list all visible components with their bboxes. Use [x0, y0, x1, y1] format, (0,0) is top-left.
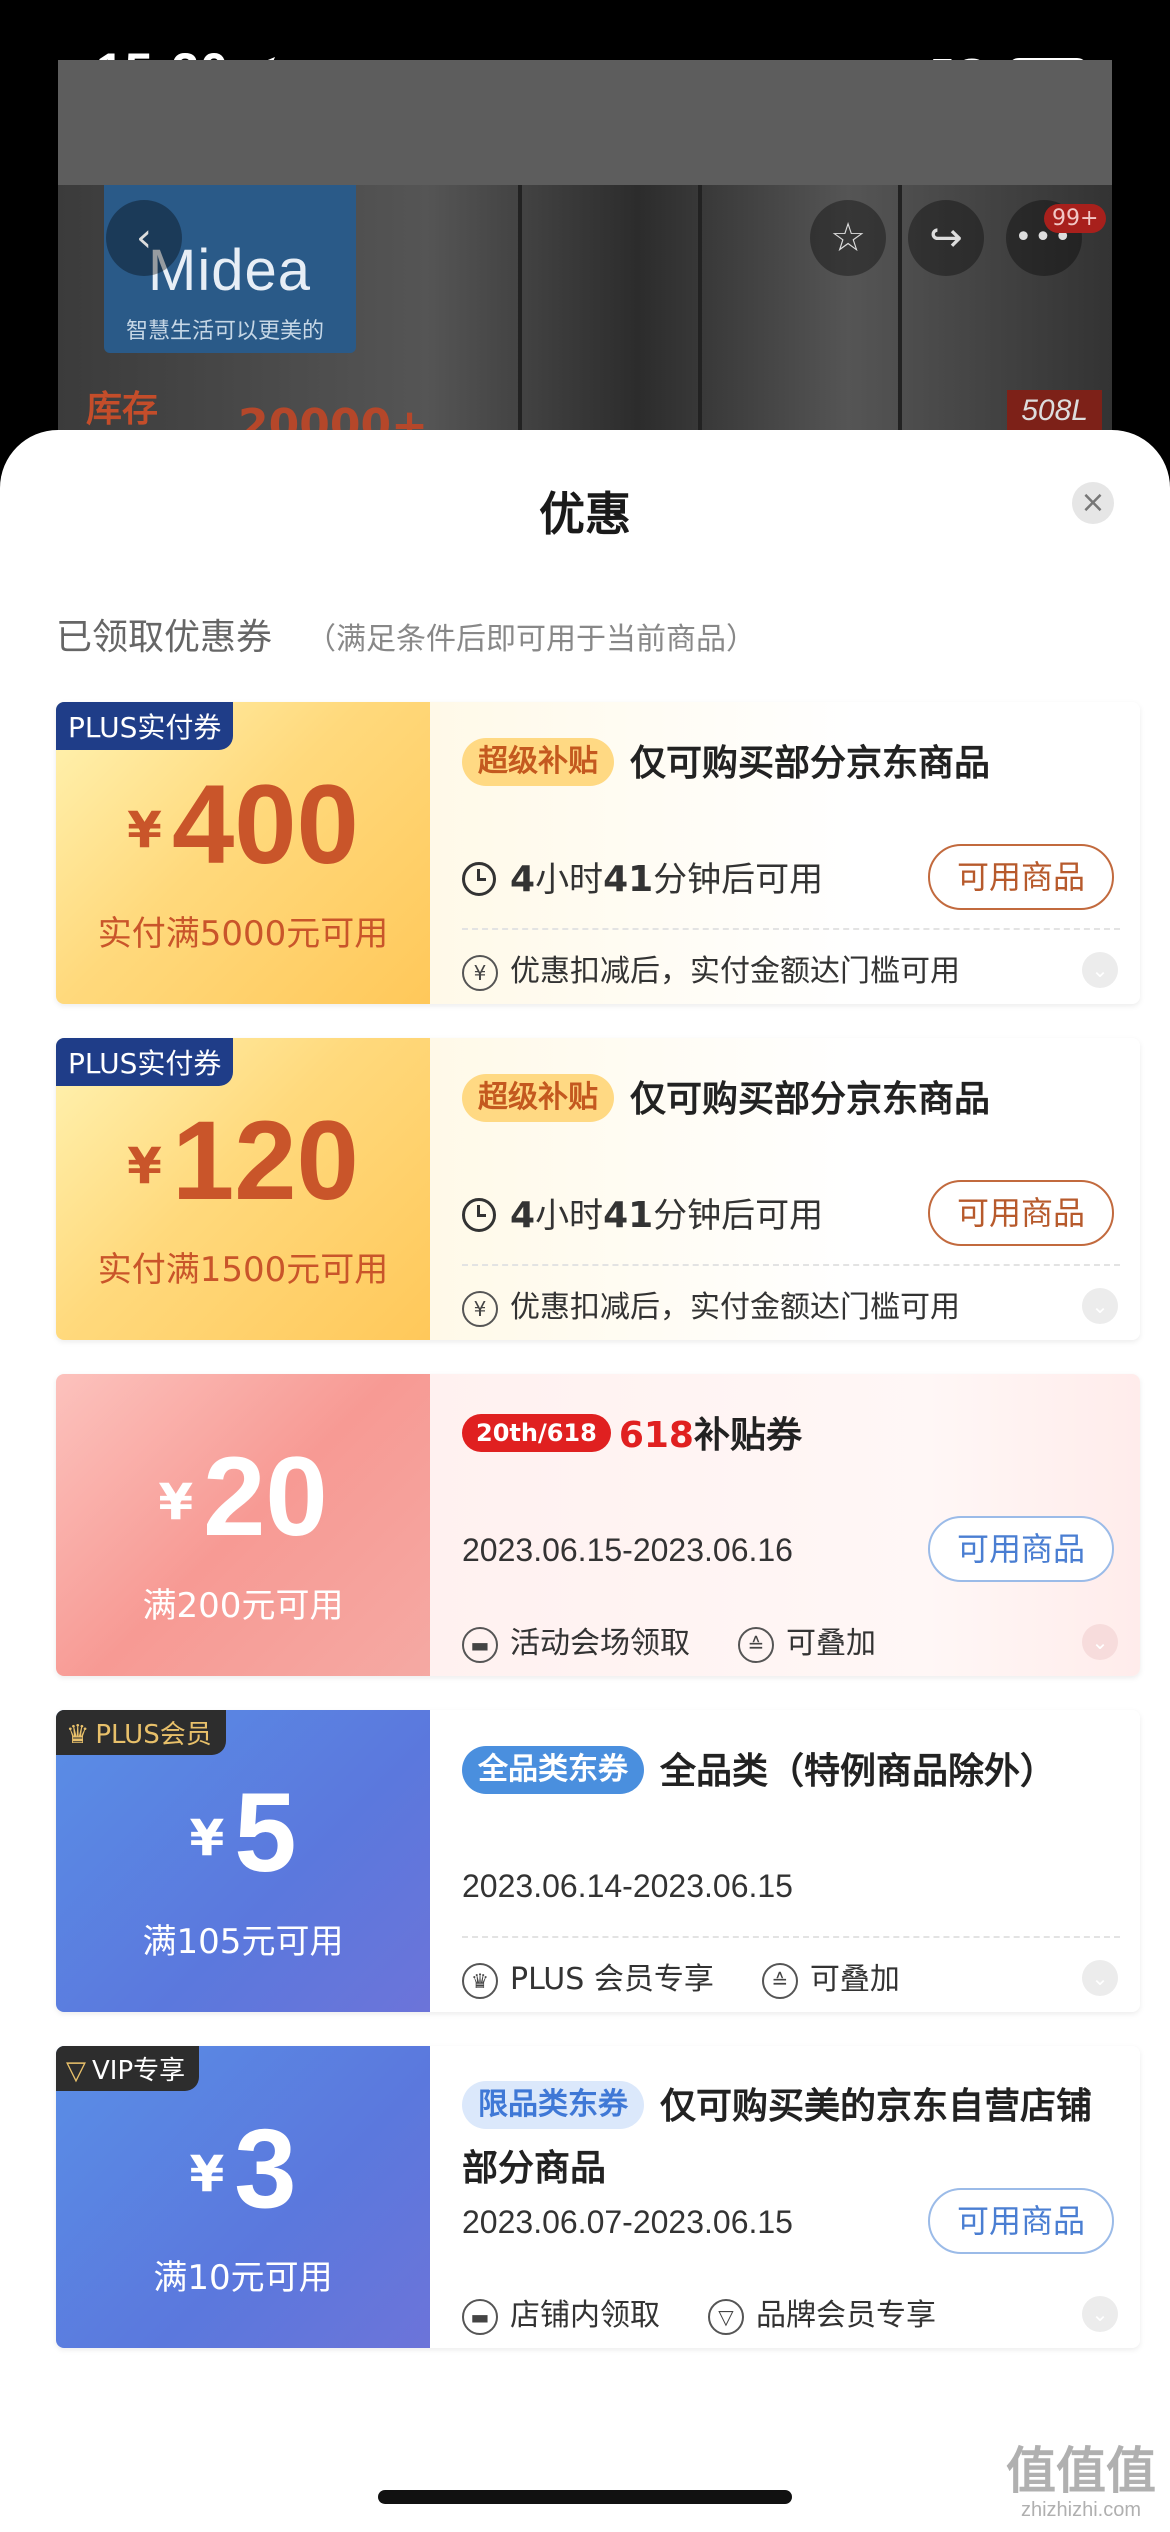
coupon-title: 20th/618 618补贴券 — [462, 1404, 1120, 1467]
coupon-footer: ¥ 优惠扣减后，实付金额达门槛可用 — [462, 946, 960, 991]
coupon-amount: ¥400 — [127, 762, 359, 887]
clock-icon — [462, 862, 496, 896]
divider — [462, 1936, 1120, 1938]
coupon-amount: ¥5 — [189, 1770, 297, 1895]
coupon-corner-tag: PLUS实付券 — [56, 702, 234, 750]
yen-icon: ¥ — [462, 1291, 498, 1327]
coupon-footer: ▬ 店铺内领取 ▽ 品牌会员专享 — [462, 2290, 936, 2335]
coupon-card[interactable]: ♛ PLUS会员 ¥5 满105元可用 全品类东券 全品类（特例商品除外） 2023… — [56, 1710, 1140, 2012]
back-button[interactable]: ‹ — [106, 200, 182, 276]
coupon-card[interactable]: PLUS实付券 ¥400 实付满5000元可用 超级补贴 仅可购买部分京东商品 4… — [56, 702, 1140, 1004]
coupon-type-pill: 超级补贴 — [462, 1074, 614, 1122]
sheet-title: 优惠 — [539, 487, 631, 541]
chevron-left-icon: ‹ — [136, 215, 152, 261]
favorite-button[interactable]: ☆ — [810, 200, 886, 276]
coupon-card[interactable]: ¥20 满200元可用 20th/618 618补贴券 2023.06.15-20… — [56, 1374, 1140, 1676]
coupon-value-panel: ♛ PLUS会员 ¥5 满105元可用 — [56, 1710, 430, 2012]
coupon-value-panel: PLUS实付券 ¥120 实付满1500元可用 — [56, 1038, 430, 1340]
coupon-detail-panel: 全品类东券 全品类（特例商品除外） 2023.06.14-2023.06.15 ♛… — [430, 1710, 1140, 2012]
home-indicator[interactable] — [378, 2490, 792, 2504]
section-note: （满足条件后即可用于当前商品） — [306, 622, 757, 657]
clock-icon — [462, 1198, 496, 1232]
coupon-corner-tag: ▽ VIP专享 — [56, 2046, 200, 2091]
coupon-condition: 实付满5000元可用 — [97, 914, 389, 954]
coupon-amount: ¥3 — [189, 2106, 297, 2231]
coupon-title: 限品类东券 仅可购买美的京东自营店铺部分商品 — [462, 2076, 1120, 2200]
coupon-condition: 满105元可用 — [142, 1922, 344, 1962]
share-button[interactable]: ↪ — [908, 200, 984, 276]
chevron-down-icon[interactable]: ⌄ — [1082, 2296, 1118, 2332]
coupon-type-pill: 超级补贴 — [462, 738, 614, 786]
coupon-value-panel: ▽ VIP专享 ¥3 满10元可用 — [56, 2046, 430, 2348]
promo-text: 库存 — [86, 389, 159, 430]
chevron-down-icon[interactable]: ⌄ — [1082, 1960, 1118, 1996]
capacity-tag: 508L — [1007, 390, 1102, 432]
coupon-value-panel: ¥20 满200元可用 — [56, 1374, 430, 1676]
coupon-title: 超级补贴 仅可购买部分京东商品 — [462, 732, 1120, 795]
available-products-button[interactable]: 可用商品 — [928, 844, 1114, 910]
coupon-card[interactable]: ▽ VIP专享 ¥3 满10元可用 限品类东券 仅可购买美的京东自营店铺部分商品 2… — [56, 2046, 1140, 2348]
close-icon: × — [1080, 485, 1106, 520]
coupon-footer: ♛ PLUS 会员专享 ≙ 可叠加 — [462, 1954, 900, 1999]
coupon-countdown: 4小时41分钟后可用 — [462, 1188, 823, 1237]
ticket-icon: ▬ — [462, 2299, 498, 2335]
coupon-detail-panel: 超级补贴 仅可购买部分京东商品 4小时41分钟后可用 可用商品 ¥ 优惠扣减后，实付… — [430, 1038, 1140, 1340]
coupon-value-panel: PLUS实付券 ¥400 实付满5000元可用 — [56, 702, 430, 1004]
coupon-detail-panel: 20th/618 618补贴券 2023.06.15-2023.06.16 可用商… — [430, 1374, 1140, 1676]
section-header: 已领取优惠券 （满足条件后即可用于当前商品） — [56, 608, 756, 660]
chevron-down-icon[interactable]: ⌄ — [1082, 952, 1118, 988]
coupon-footer: ¥ 优惠扣减后，实付金额达门槛可用 — [462, 1282, 960, 1327]
close-button[interactable]: × — [1072, 482, 1114, 524]
stack-icon: ≙ — [738, 1627, 774, 1663]
share-icon: ↪ — [929, 215, 963, 261]
coupon-condition: 满200元可用 — [142, 1586, 344, 1626]
coupon-validity: 2023.06.15-2023.06.16 — [462, 1532, 793, 1568]
chevron-down-icon[interactable]: ⌄ — [1082, 1624, 1118, 1660]
coupon-detail-panel: 超级补贴 仅可购买部分京东商品 4小时41分钟后可用 可用商品 ¥ 优惠扣减后，实付… — [430, 702, 1140, 1004]
crown-icon: ♛ — [66, 1720, 90, 1750]
section-title: 已领取优惠券 — [56, 617, 273, 658]
vip-icon: ▽ — [708, 2299, 744, 2335]
available-products-button[interactable]: 可用商品 — [928, 2188, 1114, 2254]
coupon-sheet: 优惠 × 已领取优惠券 （满足条件后即可用于当前商品） PLUS实付券 ¥400 … — [0, 430, 1170, 2532]
brand-slogan: 智慧生活可以更美的 — [126, 319, 325, 344]
coupon-condition: 满10元可用 — [153, 2258, 333, 2298]
available-products-button[interactable]: 可用商品 — [928, 1180, 1114, 1246]
coupon-title: 全品类东券 全品类（特例商品除外） — [462, 1740, 1120, 1803]
coupon-corner-tag: ♛ PLUS会员 — [56, 1710, 226, 1755]
chevron-down-icon[interactable]: ⌄ — [1082, 1288, 1118, 1324]
ticket-icon: ▬ — [462, 1627, 498, 1663]
watermark: 值值值 zhizhizhi.com — [1006, 2442, 1156, 2521]
available-products-button[interactable]: 可用商品 — [928, 1516, 1114, 1582]
618-badge: 20th/618 — [462, 1414, 611, 1453]
coupon-type-pill: 全品类东券 — [462, 1746, 644, 1794]
coupon-amount: ¥120 — [127, 1098, 359, 1223]
coupon-condition: 实付满1500元可用 — [97, 1250, 389, 1290]
stack-icon: ≙ — [761, 1963, 798, 1999]
coupon-countdown: 4小时41分钟后可用 — [462, 852, 823, 901]
divider — [462, 928, 1120, 930]
coupon-detail-panel: 限品类东券 仅可购买美的京东自营店铺部分商品 2023.06.07-2023.06… — [430, 2046, 1140, 2348]
coupon-corner-tag: PLUS实付券 — [56, 1038, 234, 1086]
coupon-card[interactable]: PLUS实付券 ¥120 实付满1500元可用 超级补贴 仅可购买部分京东商品 4… — [56, 1038, 1140, 1340]
coupon-validity: 2023.06.07-2023.06.15 — [462, 2204, 793, 2240]
coupon-amount: ¥20 — [158, 1434, 328, 1559]
star-icon: ☆ — [830, 215, 866, 261]
coupon-title: 超级补贴 仅可购买部分京东商品 — [462, 1068, 1120, 1131]
coupon-type-pill: 限品类东券 — [462, 2081, 644, 2129]
coupon-footer: ▬ 活动会场领取 ≙ 可叠加 — [462, 1618, 876, 1663]
vip-icon: ▽ — [66, 2056, 86, 2086]
message-badge: 99+ — [1044, 204, 1107, 233]
divider — [462, 1264, 1120, 1266]
coupon-validity: 2023.06.14-2023.06.15 — [462, 1868, 793, 1904]
crown-icon: ♛ — [462, 1963, 498, 1999]
yen-icon: ¥ — [462, 955, 498, 991]
